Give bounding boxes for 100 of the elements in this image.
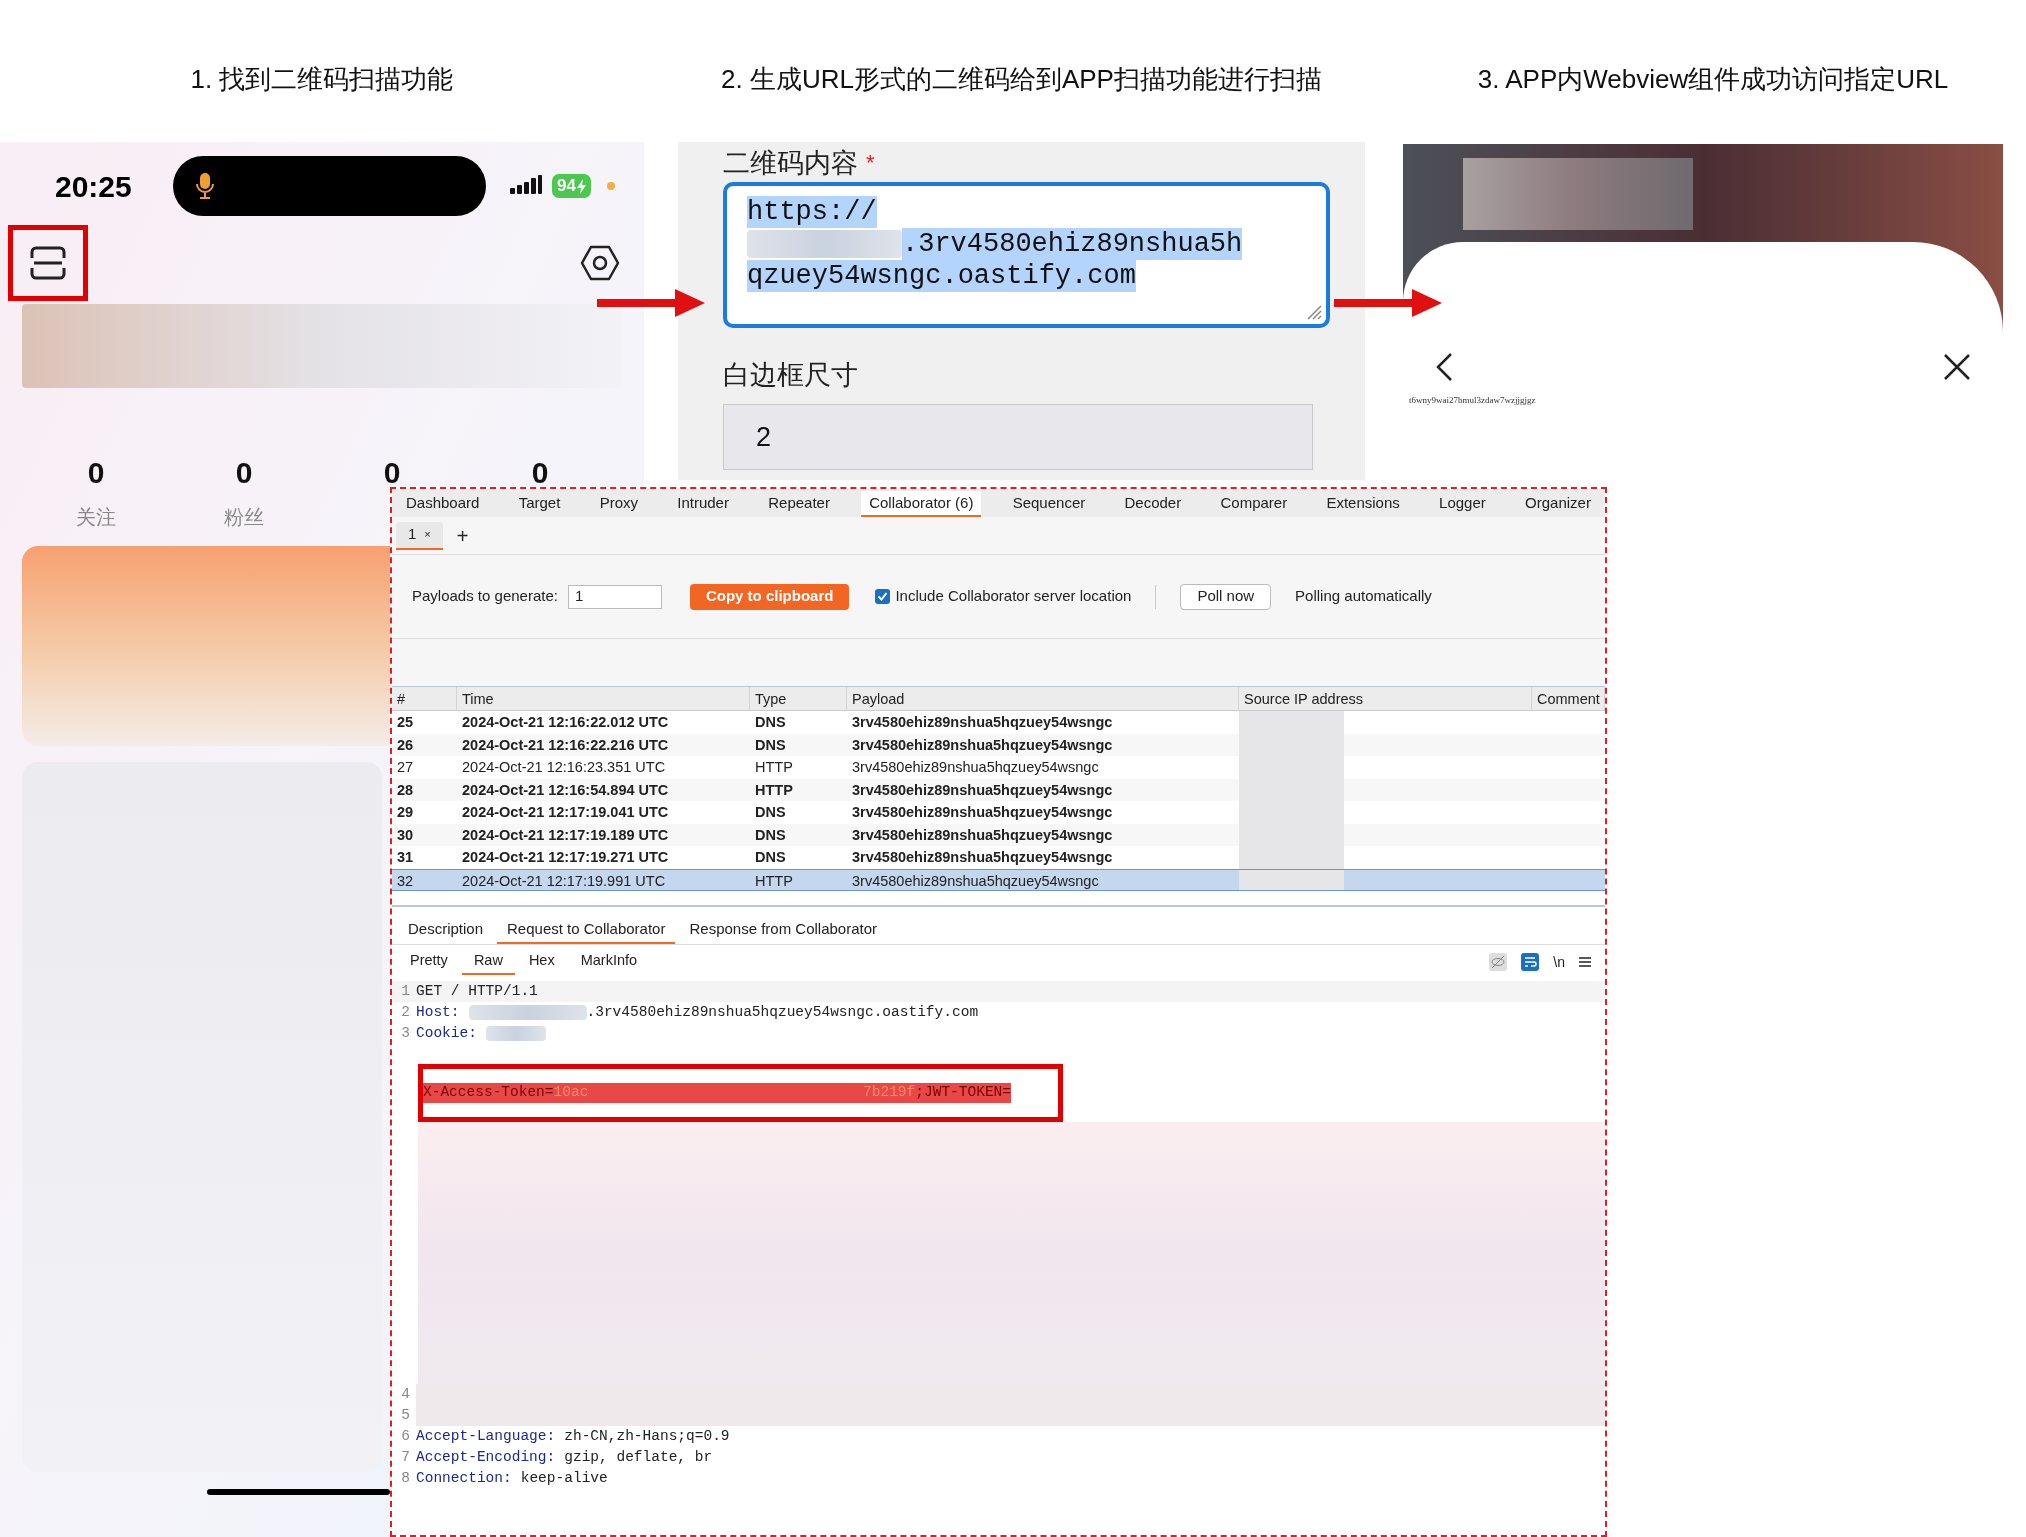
code-line: GET / HTTP/1.1 (416, 982, 538, 1001)
field-text: https:// (747, 196, 877, 228)
tab[interactable]: Comparer (1212, 491, 1296, 517)
table-cell-text: 29 (396, 803, 415, 822)
tab[interactable]: Description (398, 916, 494, 944)
tab[interactable]: Intruder (669, 491, 737, 517)
stat-value: 0 (531, 455, 549, 491)
table-cell-text: 3rv4580ehiz89nshua5hqzuey54wsngc (851, 848, 1114, 867)
table-cell-text: 32 (396, 871, 415, 890)
table-cell-text: DNS (754, 713, 787, 732)
line-number: 5 (400, 1406, 411, 1425)
close-icon[interactable] (1943, 353, 1971, 381)
field-label: 白边框尺寸 (723, 359, 859, 392)
tab[interactable]: Hex (516, 949, 567, 975)
table-cell-text: 31 (396, 848, 415, 867)
header-name: Connection: (416, 1469, 513, 1488)
tab[interactable]: Sequencer (1004, 491, 1094, 517)
payloads-field[interactable]: 1 (567, 584, 662, 609)
checkbox-label: Include Collaborator server location (895, 586, 1132, 607)
tab[interactable]: Response from Collaborator (679, 916, 888, 944)
line-number: 7 (400, 1448, 411, 1467)
header-name: Host: (416, 1003, 461, 1022)
stat-label: 关注 (76, 505, 116, 530)
table-cell-text: DNS (754, 735, 787, 755)
table-cell-text: 2024-Oct-21 12:17:19.041 UTC (461, 803, 670, 822)
line-number: 3 (400, 1024, 411, 1043)
checkbox[interactable] (875, 589, 891, 604)
tab[interactable]: Decoder (1116, 491, 1190, 517)
header-value: .3rv4580ehiz89nshua5hqzuey54wsngc.oastify.com (586, 1003, 979, 1022)
column-header[interactable]: Source IP address (1239, 687, 1532, 710)
table-row[interactable]: 30 2024-Oct-21 12:17:19.189 UTC DNS 3rv4580ehiz89nshua5hqzuey54wsngc (392, 823, 1605, 846)
table-cell-text: 2024-Oct-21 12:17:19.189 UTC (461, 825, 670, 845)
hidden-eye-icon[interactable] (1489, 953, 1508, 971)
required-mark: * (866, 149, 875, 177)
table-cell-text: 3rv4580ehiz89nshua5hqzuey54wsngc (851, 758, 1100, 777)
payloads-label: Payloads to generate: (412, 586, 558, 607)
step-caption: 1. 找到二维码扫描功能 (190, 63, 454, 96)
tab[interactable]: Pretty (398, 949, 460, 975)
table-cell-text: 26 (396, 735, 415, 755)
table-cell-text: HTTP (754, 871, 794, 890)
line-number: 8 (400, 1469, 411, 1488)
table-cell-text: 27 (396, 758, 415, 777)
back-icon[interactable] (1435, 352, 1453, 382)
tab[interactable]: Organizer (1517, 491, 1599, 517)
settings-icon[interactable] (580, 245, 620, 281)
table-cell-text: 2024-Oct-21 12:17:19.991 UTC (461, 871, 667, 890)
tab[interactable]: Proxy (591, 491, 646, 517)
table-row[interactable]: 32 2024-Oct-21 12:17:19.991 UTC HTTP 3rv4580ehiz89nshua5hqzuey54wsngc (392, 868, 1605, 891)
newline-toggle[interactable]: \n (1553, 951, 1565, 973)
table-cell-text: 2024-Oct-21 12:16:22.216 UTC (461, 735, 670, 755)
line-number: 6 (400, 1427, 411, 1446)
tab[interactable]: Collaborator (6) (861, 491, 982, 517)
line-number: 1 (400, 982, 411, 1001)
qr-content-field[interactable]: https:// .3rv4580ehiz89nshua5h qzuey54wsngc.oastify.com (723, 182, 1330, 328)
header-value: gzip, deflate, br (564, 1448, 713, 1467)
add-tab-button[interactable]: + (452, 520, 473, 551)
field-text: qzuey54wsngc.oastify.com (747, 260, 1136, 292)
microphone-icon (195, 172, 215, 200)
column-header[interactable]: Comment (1532, 687, 1605, 710)
poll-button[interactable]: Poll now (1180, 583, 1272, 610)
table-cell-text: 3rv4580ehiz89nshua5hqzuey54wsngc (851, 713, 1114, 732)
tab[interactable]: MarkInfo (568, 949, 650, 975)
field-label: 二维码内容 (723, 147, 858, 180)
polling-status: Polling automatically (1295, 586, 1432, 607)
tab[interactable]: Dashboard (398, 491, 488, 517)
table-cell-text: DNS (754, 848, 787, 867)
border-size-field[interactable]: 2 (723, 404, 1313, 470)
table-cell-text: 3rv4580ehiz89nshua5hqzuey54wsngc (851, 825, 1114, 845)
tab[interactable]: Repeater (760, 491, 838, 517)
menu-icon[interactable] (1579, 956, 1591, 968)
table-cell-text: 3rv4580ehiz89nshua5hqzuey54wsngc (851, 735, 1114, 755)
table-cell-text: 3rv4580ehiz89nshua5hqzuey54wsngc (851, 780, 1114, 800)
stat-value: 0 (235, 455, 253, 491)
tab[interactable]: 1 × (396, 521, 443, 550)
stat-value: 0 (87, 455, 105, 491)
step-caption: 2. 生成URL形式的二维码给到APP扫描功能进行扫描 (721, 63, 1322, 96)
stat-value: 0 (383, 455, 401, 491)
tab[interactable]: Target (510, 491, 569, 517)
table-cell-text: 30 (396, 825, 415, 845)
header-name: Cookie: (416, 1024, 478, 1043)
header-name: Accept-Language: (416, 1427, 557, 1446)
table-cell-text: 28 (396, 780, 415, 800)
tab[interactable]: Logger (1431, 491, 1494, 517)
table-cell-text: 2024-Oct-21 12:17:19.271 UTC (461, 848, 670, 867)
scan-icon[interactable] (30, 246, 66, 280)
column-header[interactable]: Time (457, 687, 750, 710)
column-header[interactable]: Type (750, 687, 847, 710)
table-row[interactable]: 28 2024-Oct-21 12:16:54.894 UTC HTTP 3rv4580ehiz89nshua5hqzuey54wsngc (392, 778, 1605, 801)
column-header[interactable]: Payload (847, 687, 1239, 710)
page-text: t6wny9wai27bmul3zdaw7wzjjgjgz (1409, 394, 1537, 407)
table-cell-text: 2024-Oct-21 12:16:22.012 UTC (461, 713, 670, 732)
wrap-icon[interactable] (1521, 953, 1540, 971)
table-row[interactable]: 26 2024-Oct-21 12:16:22.216 UTC DNS 3rv4580ehiz89nshua5hqzuey54wsngc (392, 733, 1605, 756)
table-cell-text: DNS (754, 803, 787, 822)
stat-label: 粉丝 (224, 505, 264, 530)
table-cell-text: 2024-Oct-21 12:16:54.894 UTC (461, 780, 670, 800)
line-number: 4 (400, 1385, 411, 1404)
tab[interactable]: Extensions (1318, 491, 1408, 517)
column-header[interactable]: # (392, 687, 457, 710)
table-cell-text: 3rv4580ehiz89nshua5hqzuey54wsngc (851, 871, 1100, 890)
